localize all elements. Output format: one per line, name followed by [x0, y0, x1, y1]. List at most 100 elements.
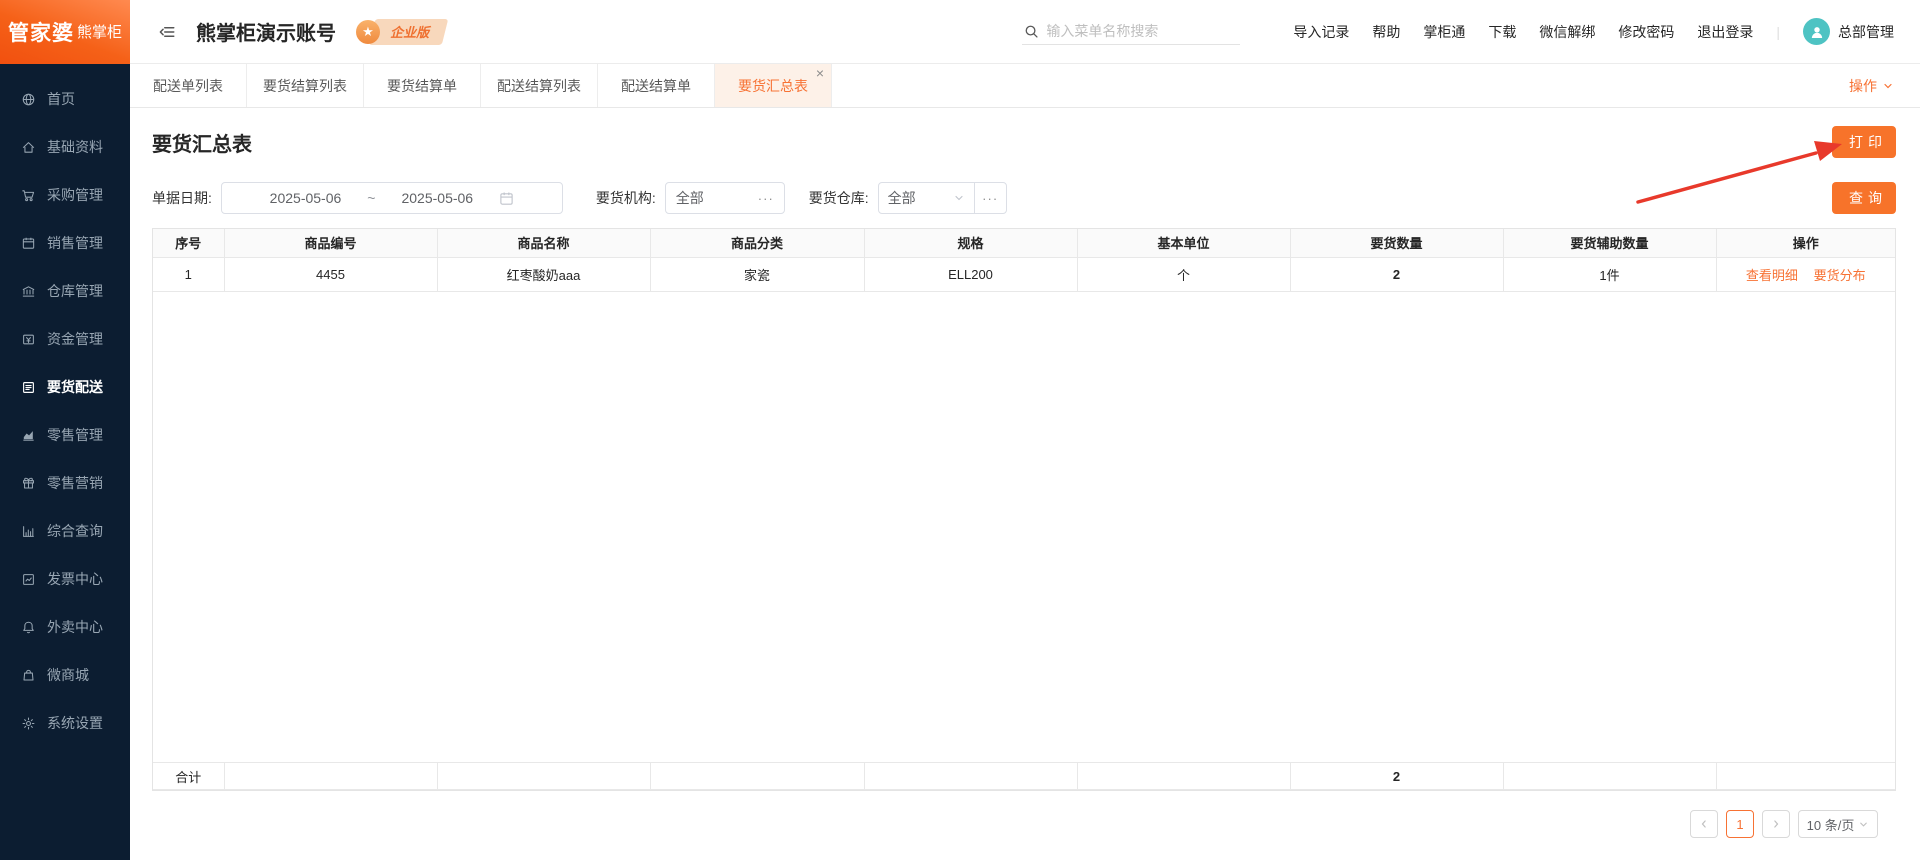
globe-icon	[21, 92, 36, 107]
chevron-left-icon	[1698, 818, 1710, 830]
gear-icon	[21, 716, 36, 731]
chevron-down-icon	[953, 192, 965, 204]
filter-bar: 单据日期: 2025-05-06 ~ 2025-05-06 要货机构: 全部 ·…	[152, 182, 1896, 214]
sidebar-item-invoice-center[interactable]: 发票中心	[0, 555, 130, 603]
ellipsis-icon[interactable]: ···	[758, 191, 774, 206]
area-chart-icon	[21, 428, 36, 443]
tab-request-settle-list[interactable]: 要货结算列表	[247, 64, 364, 107]
nav-link-import-records[interactable]: 导入记录	[1293, 22, 1349, 42]
table-total-row: 合计 2	[153, 762, 1895, 790]
sidebar-item-sales[interactable]: 销售管理	[0, 219, 130, 267]
nav-link-help[interactable]: 帮助	[1372, 22, 1400, 42]
date-from-value[interactable]: 2025-05-06	[270, 190, 342, 206]
warehouse-more-button[interactable]: ···	[975, 183, 1006, 213]
nav-link-download[interactable]: 下载	[1488, 22, 1516, 42]
sidebar-item-comprehensive-query[interactable]: 综合查询	[0, 507, 130, 555]
view-detail-link[interactable]: 查看明细	[1746, 268, 1798, 283]
nav-link-change-password[interactable]: 修改密码	[1618, 22, 1674, 42]
nav-link-zhangguitong[interactable]: 掌柜通	[1423, 22, 1465, 42]
total-label: 合计	[153, 762, 225, 790]
cash-icon	[21, 332, 36, 347]
calendar-icon	[21, 236, 36, 251]
page-title: 要货汇总表	[152, 133, 252, 156]
cell-product-name: 红枣酸奶aaa	[437, 257, 651, 292]
print-button[interactable]: 打印	[1832, 126, 1896, 158]
nav-link-wechat-unbind[interactable]: 微信解绑	[1539, 22, 1595, 42]
table-empty-area	[153, 292, 1895, 763]
delivery-list-icon	[21, 380, 36, 395]
cell-request-qty: 2	[1290, 257, 1504, 292]
tab-delivery-order-list[interactable]: 配送单列表	[130, 64, 247, 107]
sidebar-item-funds[interactable]: 资金管理	[0, 315, 130, 363]
sidebar-item-basic-data[interactable]: 基础资料	[0, 123, 130, 171]
sidebar-item-purchase[interactable]: 采购管理	[0, 171, 130, 219]
page-number-1[interactable]: 1	[1726, 810, 1754, 838]
cell-aux-qty: 1件	[1503, 257, 1717, 292]
tab-delivery-settle-list[interactable]: 配送结算列表	[481, 64, 598, 107]
shop-bag-icon	[21, 668, 36, 683]
col-product-category: 商品分类	[650, 229, 865, 258]
sidebar-item-micro-mall[interactable]: 微商城	[0, 651, 130, 699]
col-product-code: 商品编号	[224, 229, 438, 258]
calendar-icon	[499, 191, 514, 206]
home-icon	[21, 140, 36, 155]
warehouse-select[interactable]: 全部	[879, 183, 975, 213]
plan-badge-label: 企业版	[390, 24, 430, 40]
sidebar-item-retail-marketing[interactable]: 零售营销	[0, 459, 130, 507]
table-header-row: 序号 商品编号 商品名称 商品分类 规格 基本单位 要货数量 要货辅助数量 操作	[153, 229, 1895, 258]
menu-search	[1022, 18, 1241, 45]
tab-actions-dropdown[interactable]: 操作	[1849, 64, 1920, 107]
cell-base-unit: 个	[1077, 257, 1291, 292]
tab-delivery-settle-bill[interactable]: 配送结算单	[598, 64, 715, 107]
summary-table: 序号 商品编号 商品名称 商品分类 规格 基本单位 要货数量 要货辅助数量 操作…	[152, 228, 1896, 791]
user-menu[interactable]: 总部管理	[1803, 18, 1894, 45]
bar-chart-icon	[21, 524, 36, 539]
tab-request-settle-bill[interactable]: 要货结算单	[364, 64, 481, 107]
col-spec: 规格	[864, 229, 1078, 258]
ellipsis-icon: ···	[982, 190, 999, 206]
chevron-down-icon	[1858, 819, 1869, 830]
request-distribution-link[interactable]: 要货分布	[1814, 268, 1866, 283]
logo-product-text: 熊掌柜	[76, 24, 122, 41]
query-button[interactable]: 查询	[1832, 182, 1896, 214]
date-range-picker[interactable]: 2025-05-06 ~ 2025-05-06	[220, 182, 563, 214]
sidebar-item-retail-mgmt[interactable]: 零售管理	[0, 411, 130, 459]
col-seq: 序号	[153, 229, 225, 258]
chevron-down-icon	[1882, 80, 1894, 92]
sidebar-item-home[interactable]: 首页	[0, 75, 130, 123]
sidebar-item-system-settings[interactable]: 系统设置	[0, 699, 130, 747]
total-request-qty: 2	[1290, 762, 1504, 790]
search-icon	[1024, 24, 1039, 39]
next-page-button[interactable]	[1762, 810, 1790, 838]
cell-spec: ELL200	[864, 257, 1078, 292]
app-logo: 管家婆 熊掌柜	[0, 0, 130, 64]
sidebar-item-takeout-center[interactable]: 外卖中心	[0, 603, 130, 651]
date-separator: ~	[367, 190, 376, 206]
date-to-value[interactable]: 2025-05-06	[401, 190, 473, 206]
col-request-qty: 要货数量	[1290, 229, 1504, 258]
close-icon[interactable]: ×	[816, 66, 824, 80]
page-size-select[interactable]: 10 条/页	[1798, 810, 1878, 838]
tab-request-summary[interactable]: 要货汇总表 ×	[715, 64, 832, 107]
sidebar-item-warehouse[interactable]: 仓库管理	[0, 267, 130, 315]
col-actions: 操作	[1716, 229, 1895, 258]
org-select[interactable]: 全部 ···	[664, 182, 785, 214]
cell-actions: 查看明细 要货分布	[1716, 257, 1895, 292]
warehouse-select-value: 全部	[887, 190, 916, 206]
date-filter-label: 单据日期:	[152, 190, 212, 206]
prev-page-button[interactable]	[1690, 810, 1718, 838]
star-icon: ★	[356, 19, 380, 44]
bell-icon	[21, 620, 36, 635]
search-input[interactable]	[1046, 23, 1239, 39]
nav-link-logout[interactable]: 退出登录	[1697, 22, 1753, 42]
sidebar-item-delivery[interactable]: 要货配送	[0, 363, 130, 411]
org-filter-label: 要货机构:	[595, 190, 656, 206]
plan-badge: ★ 企业版	[356, 18, 449, 45]
username: 总部管理	[1838, 23, 1894, 40]
table-row: 1 4455 红枣酸奶aaa 家瓷 ELL200 个 2 1件 查看明细 要货分…	[153, 257, 1895, 292]
collapse-sidebar-icon[interactable]	[158, 23, 176, 41]
gift-icon	[21, 476, 36, 491]
chevron-right-icon	[1770, 818, 1782, 830]
avatar	[1803, 18, 1830, 45]
org-select-value: 全部	[675, 190, 704, 206]
